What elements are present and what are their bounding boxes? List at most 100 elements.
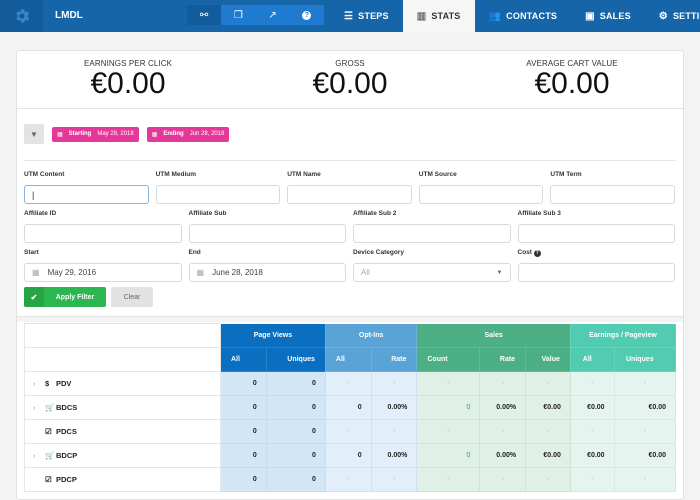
utm-term-input[interactable] <box>550 185 675 204</box>
table-row[interactable]: › 🛒 BDCP 0 0 0 0.00% 0 0.00% €0.00 €0.00 €0.00 <box>24 443 677 468</box>
end-date-input[interactable]: ▦ June 28, 2018 <box>188 263 346 282</box>
row-name-cell: › $ PDV <box>24 371 221 396</box>
utm-content-input[interactable]: | <box>24 185 149 204</box>
col-header[interactable]: Uniques <box>613 347 677 372</box>
calendar-icon: ▦ <box>32 268 40 277</box>
affiliate-id-input[interactable] <box>24 224 182 243</box>
stats-card: EARNINGS PER CLICK €0.00 GROSS €0.00 AVE… <box>16 50 684 500</box>
checkbox-icon: ☑ <box>45 475 52 484</box>
table-cell[interactable]: 0 <box>416 395 481 420</box>
funnel-toolbar: ⚯ ❐ ↗ ? <box>187 5 324 25</box>
bar-chart-icon: ▥ <box>416 10 427 22</box>
table-row[interactable]: ☑ PDCP 0 0- - - - - - - <box>24 467 677 492</box>
col-header[interactable]: Rate <box>370 347 418 372</box>
table-cell: - <box>416 371 481 396</box>
col-header[interactable]: Rate <box>479 347 527 372</box>
copy-button[interactable]: ❐ <box>221 5 255 25</box>
starting-date-pill[interactable]: ▦ Starting May 29, 2018 <box>52 126 139 142</box>
cost-input[interactable] <box>517 263 675 282</box>
date-device-row: Start ▦ May 29, 2016 End ▦ June 28, 2018 D… <box>24 249 675 282</box>
table-cell: 0 <box>220 443 267 468</box>
apply-filter-button[interactable]: ✔ Apply Filter <box>24 287 106 307</box>
utm-source-input[interactable] <box>418 185 544 204</box>
tab-stats[interactable]: ▥ STATS <box>402 0 475 32</box>
table-cell: 0 <box>220 371 267 396</box>
utm-medium-input[interactable] <box>155 185 281 204</box>
table-cell: - <box>569 419 615 444</box>
col-header[interactable]: All <box>220 347 267 372</box>
row-name: PDCP <box>56 475 77 484</box>
clear-button[interactable]: Clear <box>111 287 153 307</box>
table-cell: - <box>525 467 571 492</box>
table-cell: - <box>479 467 527 492</box>
money-icon: ▣ <box>585 10 595 22</box>
table-cell: 0.00% <box>370 395 418 420</box>
tab-sales[interactable]: ▣ SALES <box>571 0 645 32</box>
sub-header-row: All Uniques All Rate Count Rate Value Al… <box>24 347 677 372</box>
kpi-average-cart-value: AVERAGE CART VALUE €0.00 <box>461 51 683 108</box>
kpi-value: €0.00 <box>312 67 388 100</box>
table-cell: €0.00 <box>525 395 571 420</box>
table-cell: - <box>416 467 481 492</box>
device-category-select[interactable]: All ▼ <box>353 263 511 282</box>
table-row[interactable]: › $ PDV 0 0- - - - - - - <box>24 371 677 396</box>
col-header[interactable]: All <box>324 347 372 372</box>
table-cell: €0.00 <box>569 443 615 468</box>
help-button[interactable]: ? <box>290 5 324 25</box>
affiliate-sub-input[interactable] <box>188 224 346 243</box>
tab-contacts[interactable]: 👥 CONTACTS <box>475 0 572 32</box>
check-icon: ✔ <box>24 287 44 307</box>
affiliate-sub2-input[interactable] <box>353 224 511 243</box>
filter-toggle-button[interactable]: ▼ <box>24 124 44 144</box>
group-header-earnings-pageview: Earnings / Pageview <box>569 323 677 348</box>
end-field: End ▦ June 28, 2018 <box>188 249 346 282</box>
gear-icon <box>15 9 29 23</box>
filter-actions: ✔ Apply Filter Clear <box>24 287 153 307</box>
affiliate-id-field: Affiliate ID <box>24 210 182 243</box>
table-row[interactable]: › 🛒 BDCS 0 0 0 0.00% 0 0.00% €0.00 €0.00 €0.00 <box>24 395 677 420</box>
table-cell: 0 <box>265 419 326 444</box>
table-cell: 0 <box>265 395 326 420</box>
affiliate-sub3-input[interactable] <box>517 224 675 243</box>
help-icon: ? <box>302 10 312 20</box>
table-cell: - <box>613 467 677 492</box>
utm-name-input[interactable] <box>287 185 412 204</box>
row-name: BDCP <box>56 451 78 460</box>
table-cell: 0 <box>265 371 326 396</box>
table-cell: - <box>525 371 571 396</box>
start-date-input[interactable]: ▦ May 29, 2016 <box>24 263 182 282</box>
row-name-cell: › 🛒 BDCP <box>24 443 221 468</box>
chevron-right-icon[interactable]: › <box>33 379 45 388</box>
utm-medium-field: UTM Medium <box>155 171 281 204</box>
table-cell[interactable]: 0 <box>416 443 481 468</box>
col-header[interactable]: Uniques <box>265 347 326 372</box>
table-cell: - <box>324 467 372 492</box>
link-button[interactable]: ⚯ <box>187 5 222 25</box>
group-header-sales: Sales <box>416 323 571 348</box>
table-cell: 0.00% <box>370 443 418 468</box>
page-scrollbar[interactable] <box>692 32 700 500</box>
col-header[interactable]: Value <box>525 347 571 372</box>
row-name: PDCS <box>56 427 77 436</box>
chevron-right-icon[interactable]: › <box>33 403 45 412</box>
help-icon[interactable]: ? <box>533 250 541 257</box>
table-cell: - <box>613 371 677 396</box>
external-link-button[interactable]: ↗ <box>256 5 290 25</box>
table-cell: - <box>479 419 527 444</box>
table-cell: - <box>569 371 615 396</box>
col-header[interactable]: All <box>569 347 615 372</box>
table-row[interactable]: ☑ PDCS 0 0- - - - - - - <box>24 419 677 444</box>
ending-date-pill[interactable]: ▦ Ending Jun 28, 2018 <box>146 126 230 142</box>
tab-settings[interactable]: ⚙SETTINGS <box>645 0 700 32</box>
cost-field: Cost ? <box>517 249 675 282</box>
caret-down-icon: ▼ <box>496 269 503 276</box>
col-header[interactable]: Count <box>416 347 481 372</box>
logo[interactable] <box>0 0 43 32</box>
table-cell: - <box>370 467 418 492</box>
utm-term-field: UTM Term <box>550 171 675 204</box>
tab-steps[interactable]: ☰ STEPS <box>330 0 403 32</box>
chevron-right-icon[interactable]: › <box>33 451 45 460</box>
group-header-row: Page Views Opt-Ins Sales Earnings / Page… <box>24 323 677 348</box>
divider <box>24 160 676 161</box>
table-cell: - <box>613 419 677 444</box>
